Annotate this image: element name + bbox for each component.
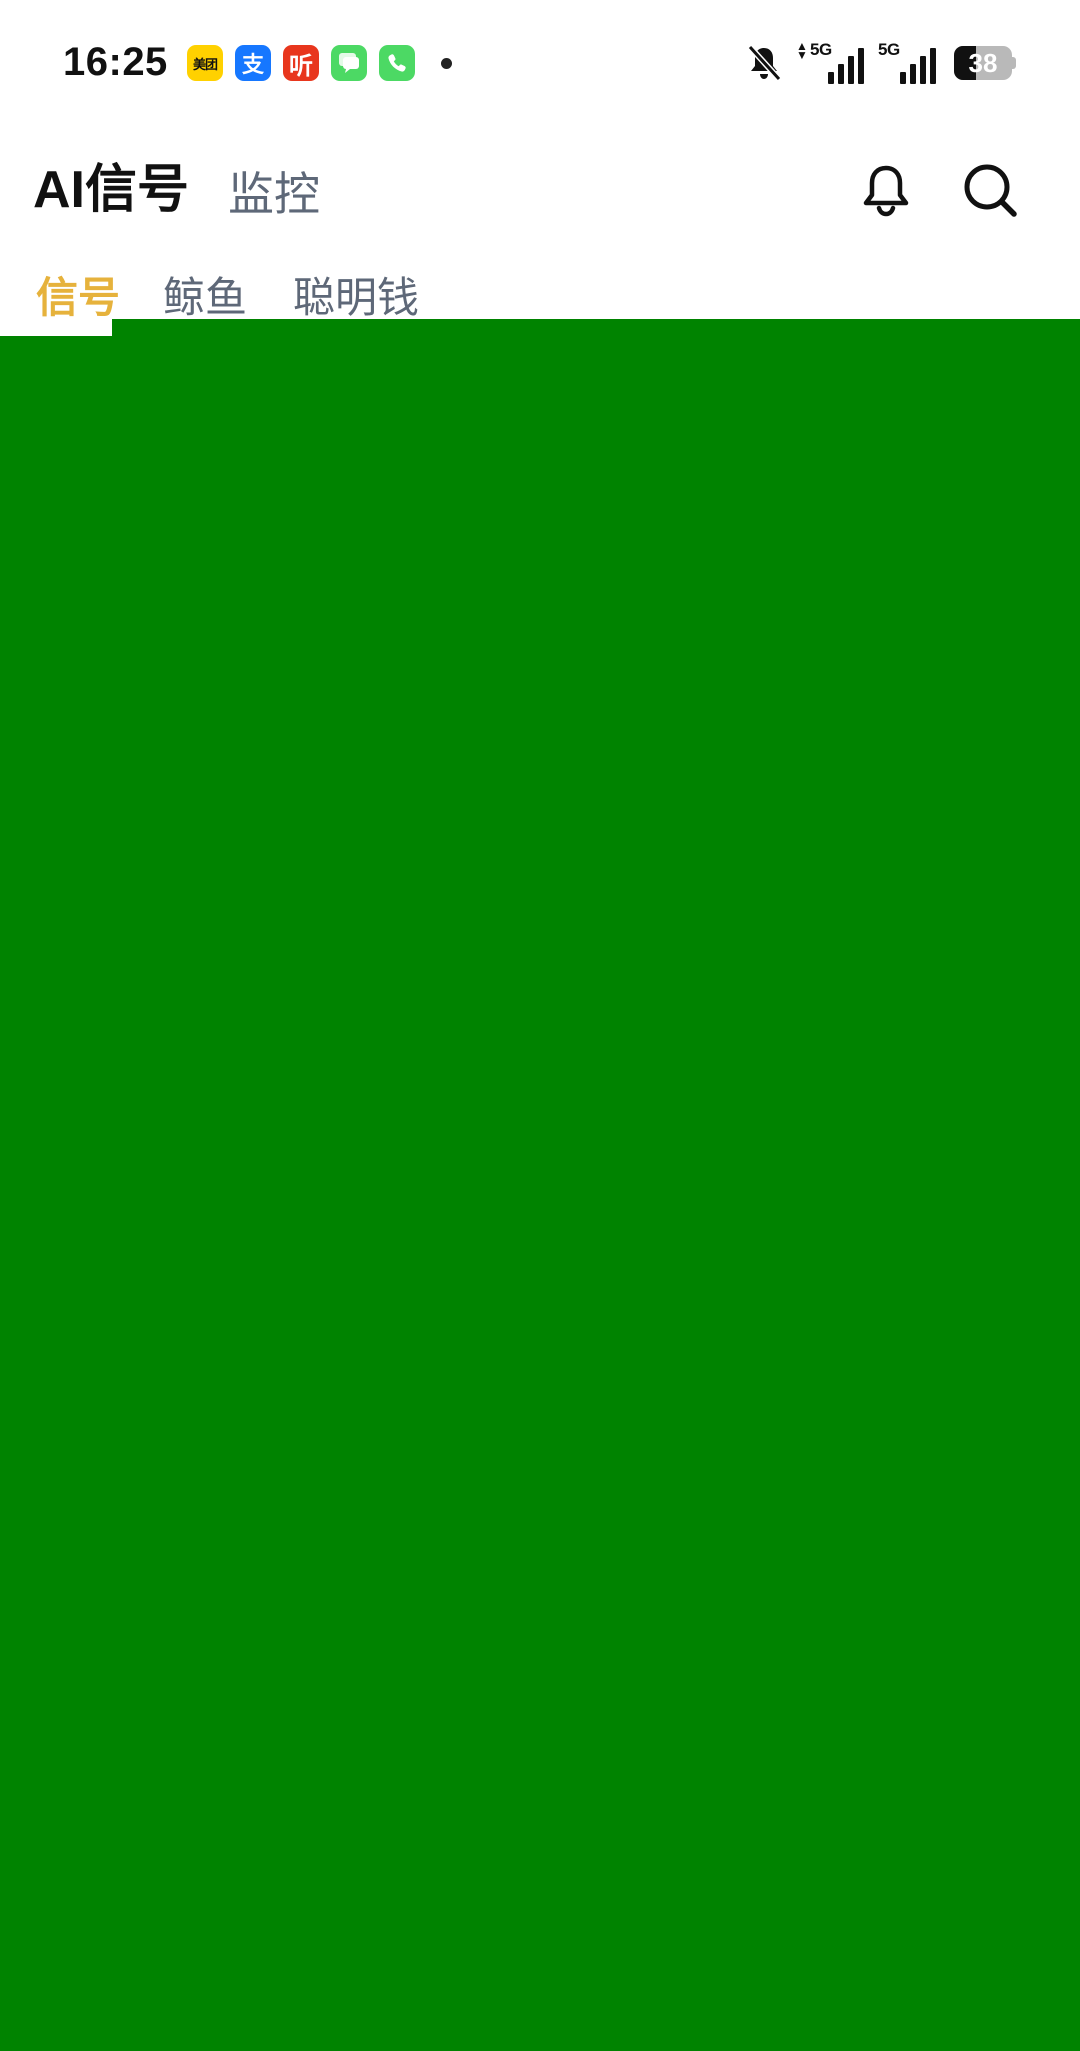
status-time: 16:25 [63, 40, 168, 84]
phone-icon [379, 45, 415, 81]
tab-smart-money[interactable]: 聪明钱 [293, 270, 419, 326]
signal-2-icon: 5G [878, 40, 936, 84]
signal-2-label: 5G [878, 40, 900, 59]
mute-bell-icon [746, 44, 782, 82]
ting-icon: 听 [283, 45, 319, 81]
bell-icon [860, 162, 912, 218]
active-tab-notch [0, 319, 112, 336]
tab-signals[interactable]: 信号 [36, 270, 120, 326]
meituan-icon: 美团 [187, 45, 223, 81]
notification-icons: 美团 支 听 [187, 45, 452, 81]
more-notifications-dot [441, 57, 452, 69]
notifications-button[interactable] [856, 160, 916, 220]
alipay-icon: 支 [235, 45, 271, 81]
tab-whales[interactable]: 鲸鱼 [163, 270, 247, 326]
signal-1-icon: ▲ ▼ 5G [796, 40, 864, 84]
battery-icon: 38 [954, 46, 1016, 80]
search-icon [961, 161, 1019, 219]
status-bar: 16:25 美团 支 听 ▲ ▼ 5G 5G 38 [0, 0, 1080, 126]
tab-monitor[interactable]: 监控 [228, 162, 320, 226]
messages-icon [331, 45, 367, 81]
app-header: AI信号 监控 [0, 140, 1080, 240]
search-button[interactable] [960, 160, 1020, 220]
system-icons: ▲ ▼ 5G 5G 38 [746, 40, 1016, 86]
battery-percentage: 38 [968, 48, 998, 78]
content-area [0, 319, 1080, 2051]
page-title: AI信号 [33, 161, 190, 219]
